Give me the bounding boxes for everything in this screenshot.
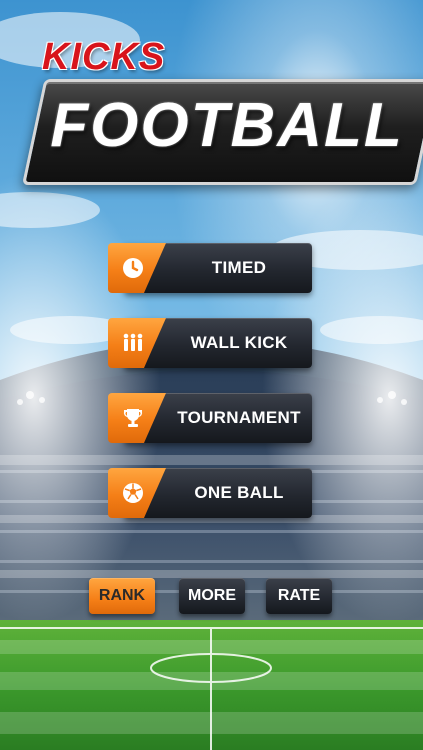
- game-logo: KICKS FOOTBALL: [22, 36, 423, 186]
- tournament-button[interactable]: TOURNAMENT: [108, 393, 312, 443]
- logo-kicks-text: KICKS: [42, 36, 166, 78]
- rate-button[interactable]: RATE: [266, 578, 332, 614]
- more-button[interactable]: MORE: [179, 578, 245, 614]
- soccer-ball-icon: [123, 483, 143, 503]
- timed-button[interactable]: TIMED: [108, 243, 312, 293]
- rank-button[interactable]: RANK: [89, 578, 155, 614]
- clock-icon: [123, 258, 143, 278]
- one-ball-label: ONE BALL: [194, 483, 284, 502]
- one-ball-button[interactable]: ONE BALL: [108, 468, 312, 518]
- tournament-label: TOURNAMENT: [177, 408, 301, 427]
- players-wall-icon: [123, 333, 143, 351]
- timed-label: TIMED: [211, 258, 267, 277]
- trophy-icon: [123, 409, 143, 427]
- wall-kick-button[interactable]: WALL KICK: [108, 318, 312, 368]
- wall-kick-label: WALL KICK: [190, 333, 288, 352]
- logo-football-text: FOOTBALL: [50, 91, 404, 160]
